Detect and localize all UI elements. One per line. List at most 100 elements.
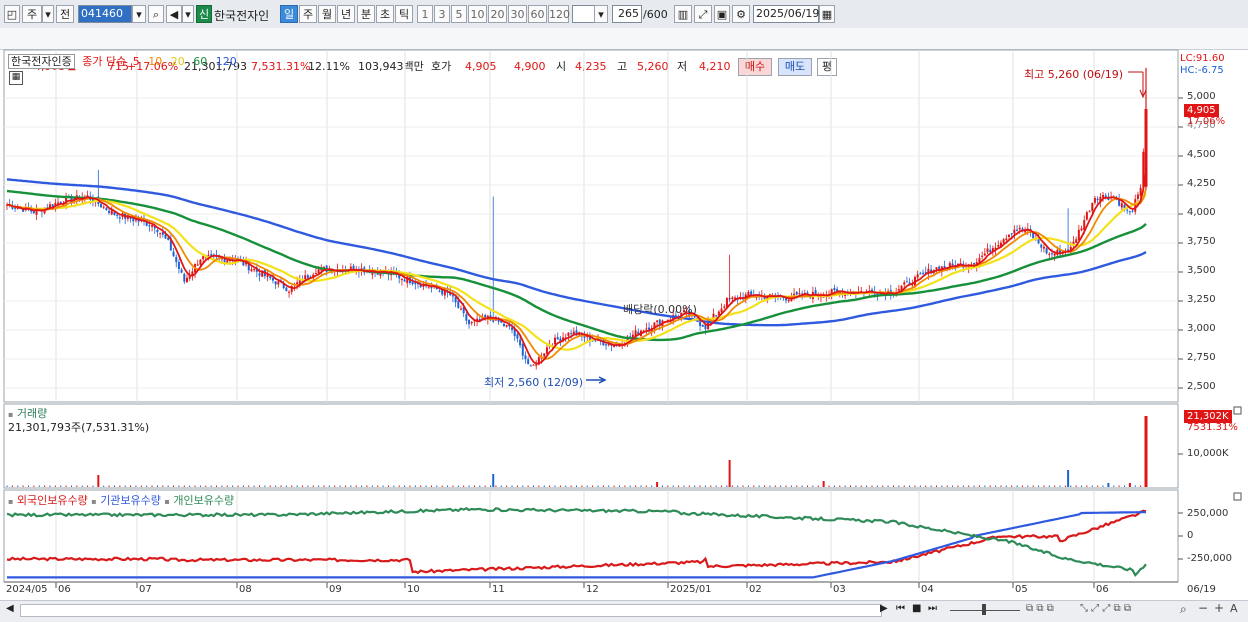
candle-body: [1018, 227, 1021, 230]
volume-bar: [216, 485, 218, 487]
candle-body: [100, 204, 103, 208]
volume-bar: [667, 485, 669, 487]
volume-bar: [280, 485, 282, 487]
candle-body: [118, 217, 121, 219]
volume-pct-badge: 7531.31%: [1187, 422, 1238, 433]
holding-legend: ▪ 외국인보유수량 ▪ 기관보유수량 ▪ 개인보유수량: [8, 494, 235, 507]
candle-body: [699, 322, 702, 326]
volume-bar: [941, 485, 943, 487]
candle-body: [430, 287, 433, 289]
volume-bar: [430, 485, 432, 487]
last-volume-bar: [1144, 416, 1148, 487]
volume-bar: [387, 485, 389, 487]
candle-body: [1096, 198, 1099, 201]
candle-body: [1007, 234, 1010, 237]
volume-bar: [1118, 485, 1120, 487]
table-icon[interactable]: ▦: [9, 71, 23, 85]
candle-body: [196, 264, 199, 266]
last-icon[interactable]: ⏭: [928, 603, 937, 614]
candle-body: [922, 272, 925, 274]
volume-bar: [1075, 485, 1077, 487]
volume-bar: [189, 485, 191, 487]
ma5-label: 5: [132, 55, 140, 68]
layout-icon[interactable]: ⧉ ⧉ ⧉: [1026, 603, 1054, 614]
x-axis-label: 06/19: [1187, 584, 1216, 595]
volume-bar: [490, 485, 492, 487]
volume-bar: [468, 485, 470, 487]
candle-body: [556, 337, 559, 340]
volume-bar: [919, 485, 921, 487]
candle-body: [1010, 233, 1013, 235]
volume-bar: [715, 485, 717, 487]
volume-bar: [146, 485, 148, 487]
volume-bar: [339, 485, 341, 487]
volume-bar: [425, 485, 427, 487]
dividend-annotation: 배당락(0.00%): [623, 303, 697, 316]
plus-icon[interactable]: +: [1214, 601, 1224, 615]
stop-icon[interactable]: ■: [912, 603, 921, 614]
volume-bar: [549, 485, 551, 487]
candle-body: [715, 315, 718, 317]
volume-bar: [194, 485, 196, 487]
x-axis-label: 2025/01: [670, 584, 712, 595]
volume-bar: [173, 485, 175, 487]
zoom-slider[interactable]: [950, 603, 1020, 615]
volume-bar: [946, 485, 948, 487]
volume-bar: [742, 485, 744, 487]
volume-bar: [1059, 485, 1061, 487]
volume-bar: [11, 485, 13, 487]
volume-bar: [221, 485, 223, 487]
candle-body: [750, 291, 753, 295]
volume-bar: [592, 485, 594, 487]
candle-body: [271, 277, 274, 281]
volume-bar: [199, 485, 201, 487]
volume-y-tick: 10,000K: [1187, 448, 1229, 459]
volume-bar: [17, 485, 19, 487]
scroll-track[interactable]: [20, 604, 882, 617]
volume-bar: [1005, 485, 1007, 487]
holding-y-tick-pos: 250,000: [1187, 508, 1229, 519]
volume-bar: [103, 485, 105, 487]
volume-bar: [995, 485, 997, 487]
volume-bar: [968, 485, 970, 487]
volume-bar: [774, 485, 776, 487]
volume-bar: [1064, 485, 1066, 487]
volume-bar: [1032, 485, 1034, 487]
volume-bar: [76, 485, 78, 487]
foreign-holding-line: [6, 509, 1147, 575]
volume-bar: [178, 485, 180, 487]
candle-body: [1102, 195, 1105, 198]
auto-icon[interactable]: A: [1230, 602, 1238, 615]
zoom-out-icon[interactable]: ⌕: [1180, 602, 1187, 617]
candle-body: [656, 320, 659, 323]
volume-bar: [822, 481, 825, 487]
candle-body: [253, 269, 256, 271]
x-axis-label: 08: [239, 584, 252, 595]
minus-icon[interactable]: −: [1198, 601, 1208, 615]
volume-bar: [60, 485, 62, 487]
tools-icon[interactable]: ⤡ ⤢ ⤢ ⧉ ⧉: [1080, 603, 1131, 614]
volume-bar: [49, 485, 51, 487]
candle-body: [57, 202, 60, 204]
volume-bar: [65, 485, 67, 487]
volume-bar: [785, 485, 787, 487]
ma120-label: 120: [215, 55, 237, 68]
volume-bar: [484, 485, 486, 487]
price-y-tick: 2,750: [1187, 352, 1216, 363]
candle-body: [631, 334, 634, 338]
volume-bar: [640, 485, 642, 487]
volume-bar: [957, 485, 959, 487]
volume-bar: [183, 485, 185, 487]
first-icon[interactable]: ⏮: [896, 603, 905, 614]
price-y-tick: 3,250: [1187, 294, 1216, 305]
holding-y-tick-neg: -250,000: [1187, 553, 1232, 564]
volume-bar: [672, 485, 674, 487]
candle-body: [983, 253, 986, 256]
volume-bar: [511, 485, 513, 487]
scroll-right-icon[interactable]: ▶: [880, 603, 888, 614]
scroll-left-icon[interactable]: ◀: [6, 603, 14, 614]
x-axis-label: 02: [749, 584, 762, 595]
institution-legend: 기관보유수량: [100, 494, 161, 507]
candle-body: [502, 323, 505, 326]
volume-bar: [635, 485, 637, 487]
